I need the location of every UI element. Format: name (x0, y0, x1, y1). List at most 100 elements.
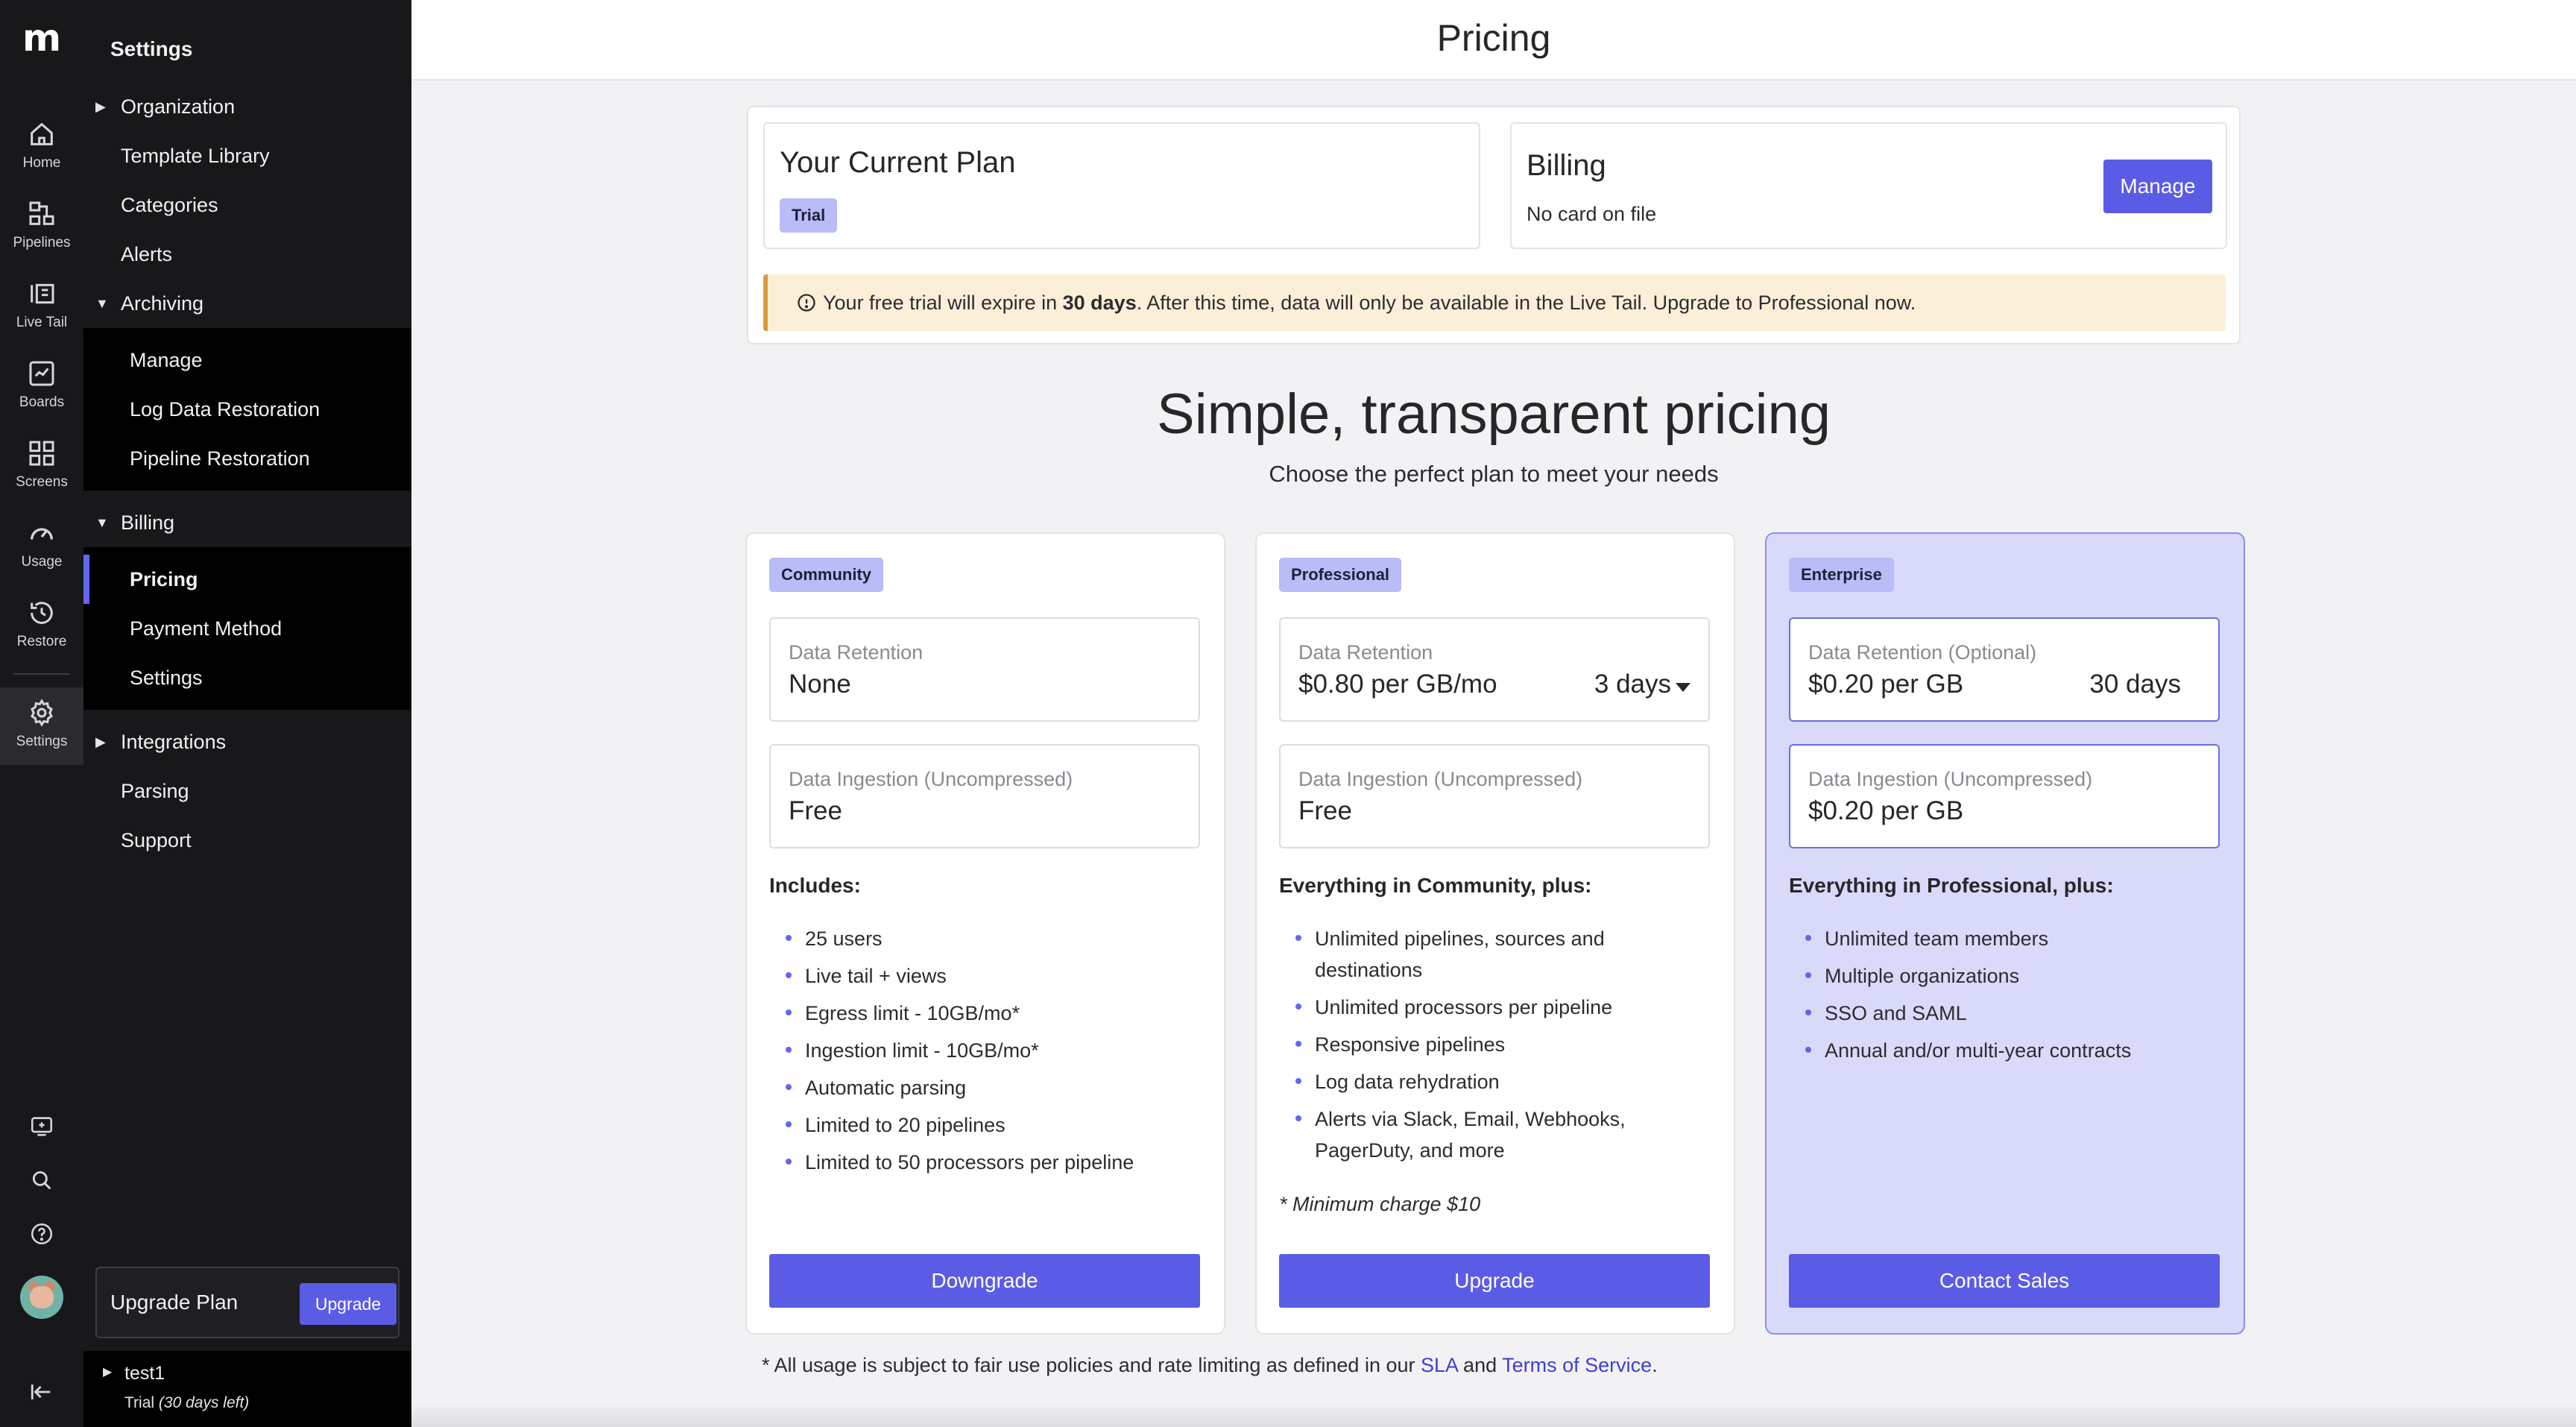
sidebar-item-archiving[interactable]: ▼ Archiving (83, 279, 411, 328)
chevron-down-icon[interactable] (1676, 683, 1690, 692)
field-label: Data Ingestion (Uncompressed) (789, 768, 1073, 790)
avatar[interactable] (20, 1276, 63, 1319)
rail-item-settings[interactable]: Settings (0, 687, 83, 765)
search-button[interactable] (0, 1168, 83, 1197)
live-tail-icon (31, 283, 54, 304)
gear-icon (31, 699, 53, 727)
retention-days-select[interactable]: 3 days (1594, 670, 1671, 699)
rail-label: Live Tail (16, 315, 68, 330)
list-item: Multiple organizations (1789, 960, 2206, 992)
org-status-days: (30 days left) (158, 1394, 250, 1411)
info-icon (798, 294, 815, 312)
screens-icon (29, 441, 54, 466)
footnote-and: and (1457, 1354, 1503, 1376)
rail-item-restore[interactable]: Restore (0, 588, 83, 665)
alert-prefix: Your free trial will expire in (823, 292, 1063, 314)
sidebar-item-pricing[interactable]: Pricing (83, 555, 411, 604)
alert-suffix: . After this time, data will only be ava… (1136, 292, 1916, 314)
archiving-subgroup: Manage Log Data Restoration Pipeline Res… (83, 328, 411, 491)
page-header: Pricing (411, 0, 2576, 81)
rail-item-live-tail[interactable]: Live Tail (0, 268, 83, 346)
tier-badge: Professional (1279, 558, 1402, 592)
org-switcher[interactable]: ▶ test1 Trial (30 days left) (83, 1351, 411, 1427)
sidebar-item-pipeline-restoration[interactable]: Pipeline Restoration (83, 434, 411, 483)
app-logo[interactable]: m (0, 16, 83, 60)
sidebar-item-billing[interactable]: ▼ Billing (83, 498, 411, 547)
current-plan-card: Your Current Plan Trial (763, 122, 1480, 249)
field-value: $0.20 per GB (1808, 796, 1964, 825)
rail-item-usage[interactable]: Usage (0, 508, 83, 585)
sidebar-item-manage[interactable]: Manage (83, 336, 411, 385)
boards-icon (29, 361, 54, 386)
sla-link[interactable]: SLA (1421, 1354, 1458, 1376)
sidebar-item-parsing[interactable]: Parsing (83, 766, 411, 816)
field-label: Data Retention (1298, 641, 1433, 664)
sidebar-item-label: Integrations (121, 731, 227, 753)
feedback-icon (31, 1117, 53, 1136)
sidebar-item-payment-method[interactable]: Payment Method (83, 604, 411, 653)
page-title: Pricing (1436, 17, 1551, 59)
downgrade-button[interactable]: Downgrade (769, 1254, 1200, 1308)
terms-of-service-link[interactable]: Terms of Service (1502, 1354, 1652, 1376)
rail-label: Boards (19, 394, 65, 410)
pipelines-icon (29, 201, 54, 225)
field-value: $0.20 per GB (1808, 670, 1964, 699)
billing-status: No card on file (1527, 203, 1657, 225)
avatar-face (30, 1286, 54, 1308)
billing-title: Billing (1527, 149, 1606, 182)
list-item: Log data rehydration (1279, 1066, 1696, 1097)
alert-days: 30 days (1062, 292, 1137, 314)
current-plan-panel: Your Current Plan Trial Billing No card … (747, 106, 2241, 344)
sidebar-item-label: Template Library (121, 145, 270, 167)
scroll-shadow (411, 1402, 2576, 1427)
current-plan-badge: Trial (780, 198, 838, 233)
feature-list: 25 users Live tail + views Egress limit … (769, 923, 1187, 1184)
sidebar-item-alerts[interactable]: Alerts (83, 230, 411, 279)
org-name: test1 (124, 1363, 165, 1384)
sidebar-item-organization[interactable]: ▶ Organization (83, 82, 411, 131)
rail-label: Home (22, 155, 61, 171)
caret-down-icon: ▼ (95, 515, 109, 530)
tier-card-professional: Professional Data Retention $0.80 per GB… (1255, 532, 1735, 1335)
sidebar-item-label: Settings (130, 667, 203, 689)
rail-label: Usage (21, 554, 63, 570)
sidebar-item-integrations[interactable]: ▶ Integrations (83, 717, 411, 766)
restore-icon (31, 602, 53, 624)
field-value: None (789, 670, 851, 699)
field-value: Free (789, 796, 842, 825)
help-button[interactable] (0, 1221, 83, 1250)
includes-title: Includes: (769, 874, 861, 897)
list-item: Egress limit - 10GB/mo* (769, 998, 1187, 1029)
field-label: Data Retention (789, 641, 924, 664)
retention-field[interactable]: Data Retention $0.80 per GB/mo 3 days (1279, 617, 1710, 722)
pricing-subheading: Choose the perfect plan to meet your nee… (1269, 461, 1719, 487)
manage-billing-button[interactable]: Manage (2103, 160, 2212, 213)
sidebar-item-label: Billing (121, 511, 175, 534)
rail-label: Pipelines (13, 235, 71, 251)
contact-sales-button[interactable]: Contact Sales (1789, 1254, 2220, 1308)
collapse-icon (31, 1385, 51, 1399)
rail-item-screens[interactable]: Screens (0, 428, 83, 505)
list-item: Responsive pipelines (1279, 1029, 1696, 1060)
sidebar-item-support[interactable]: Support (83, 816, 411, 865)
sidebar-item-billing-settings[interactable]: Settings (83, 653, 411, 702)
upgrade-button[interactable]: Upgrade (1279, 1254, 1710, 1308)
sidebar-item-label: Archiving (121, 292, 204, 315)
footnote-prefix: * All usage is subject to fair use polic… (762, 1354, 1421, 1376)
sidebar-item-log-data-restoration[interactable]: Log Data Restoration (83, 385, 411, 434)
sidebar-upgrade-button[interactable]: Upgrade (300, 1283, 397, 1325)
sidebar-item-template-library[interactable]: Template Library (83, 131, 411, 180)
rail-item-home[interactable]: Home (0, 109, 83, 186)
sidebar-item-label: Pricing (130, 568, 198, 590)
icon-rail: m Home Pipelines Live Tail Boards Screen… (0, 0, 83, 1427)
rail-item-pipelines[interactable]: Pipelines (0, 189, 83, 266)
billing-card: Billing No card on file Manage (1510, 122, 2227, 249)
usage-footnote: * All usage is subject to fair use polic… (762, 1354, 1658, 1377)
feedback-button[interactable] (0, 1114, 83, 1143)
collapse-sidebar-button[interactable] (0, 1379, 83, 1408)
rail-item-boards[interactable]: Boards (0, 348, 83, 426)
field-value: Free (1298, 796, 1352, 825)
sidebar-item-categories[interactable]: Categories (83, 180, 411, 230)
rail-divider (13, 673, 70, 675)
rail-label: Settings (16, 734, 68, 749)
